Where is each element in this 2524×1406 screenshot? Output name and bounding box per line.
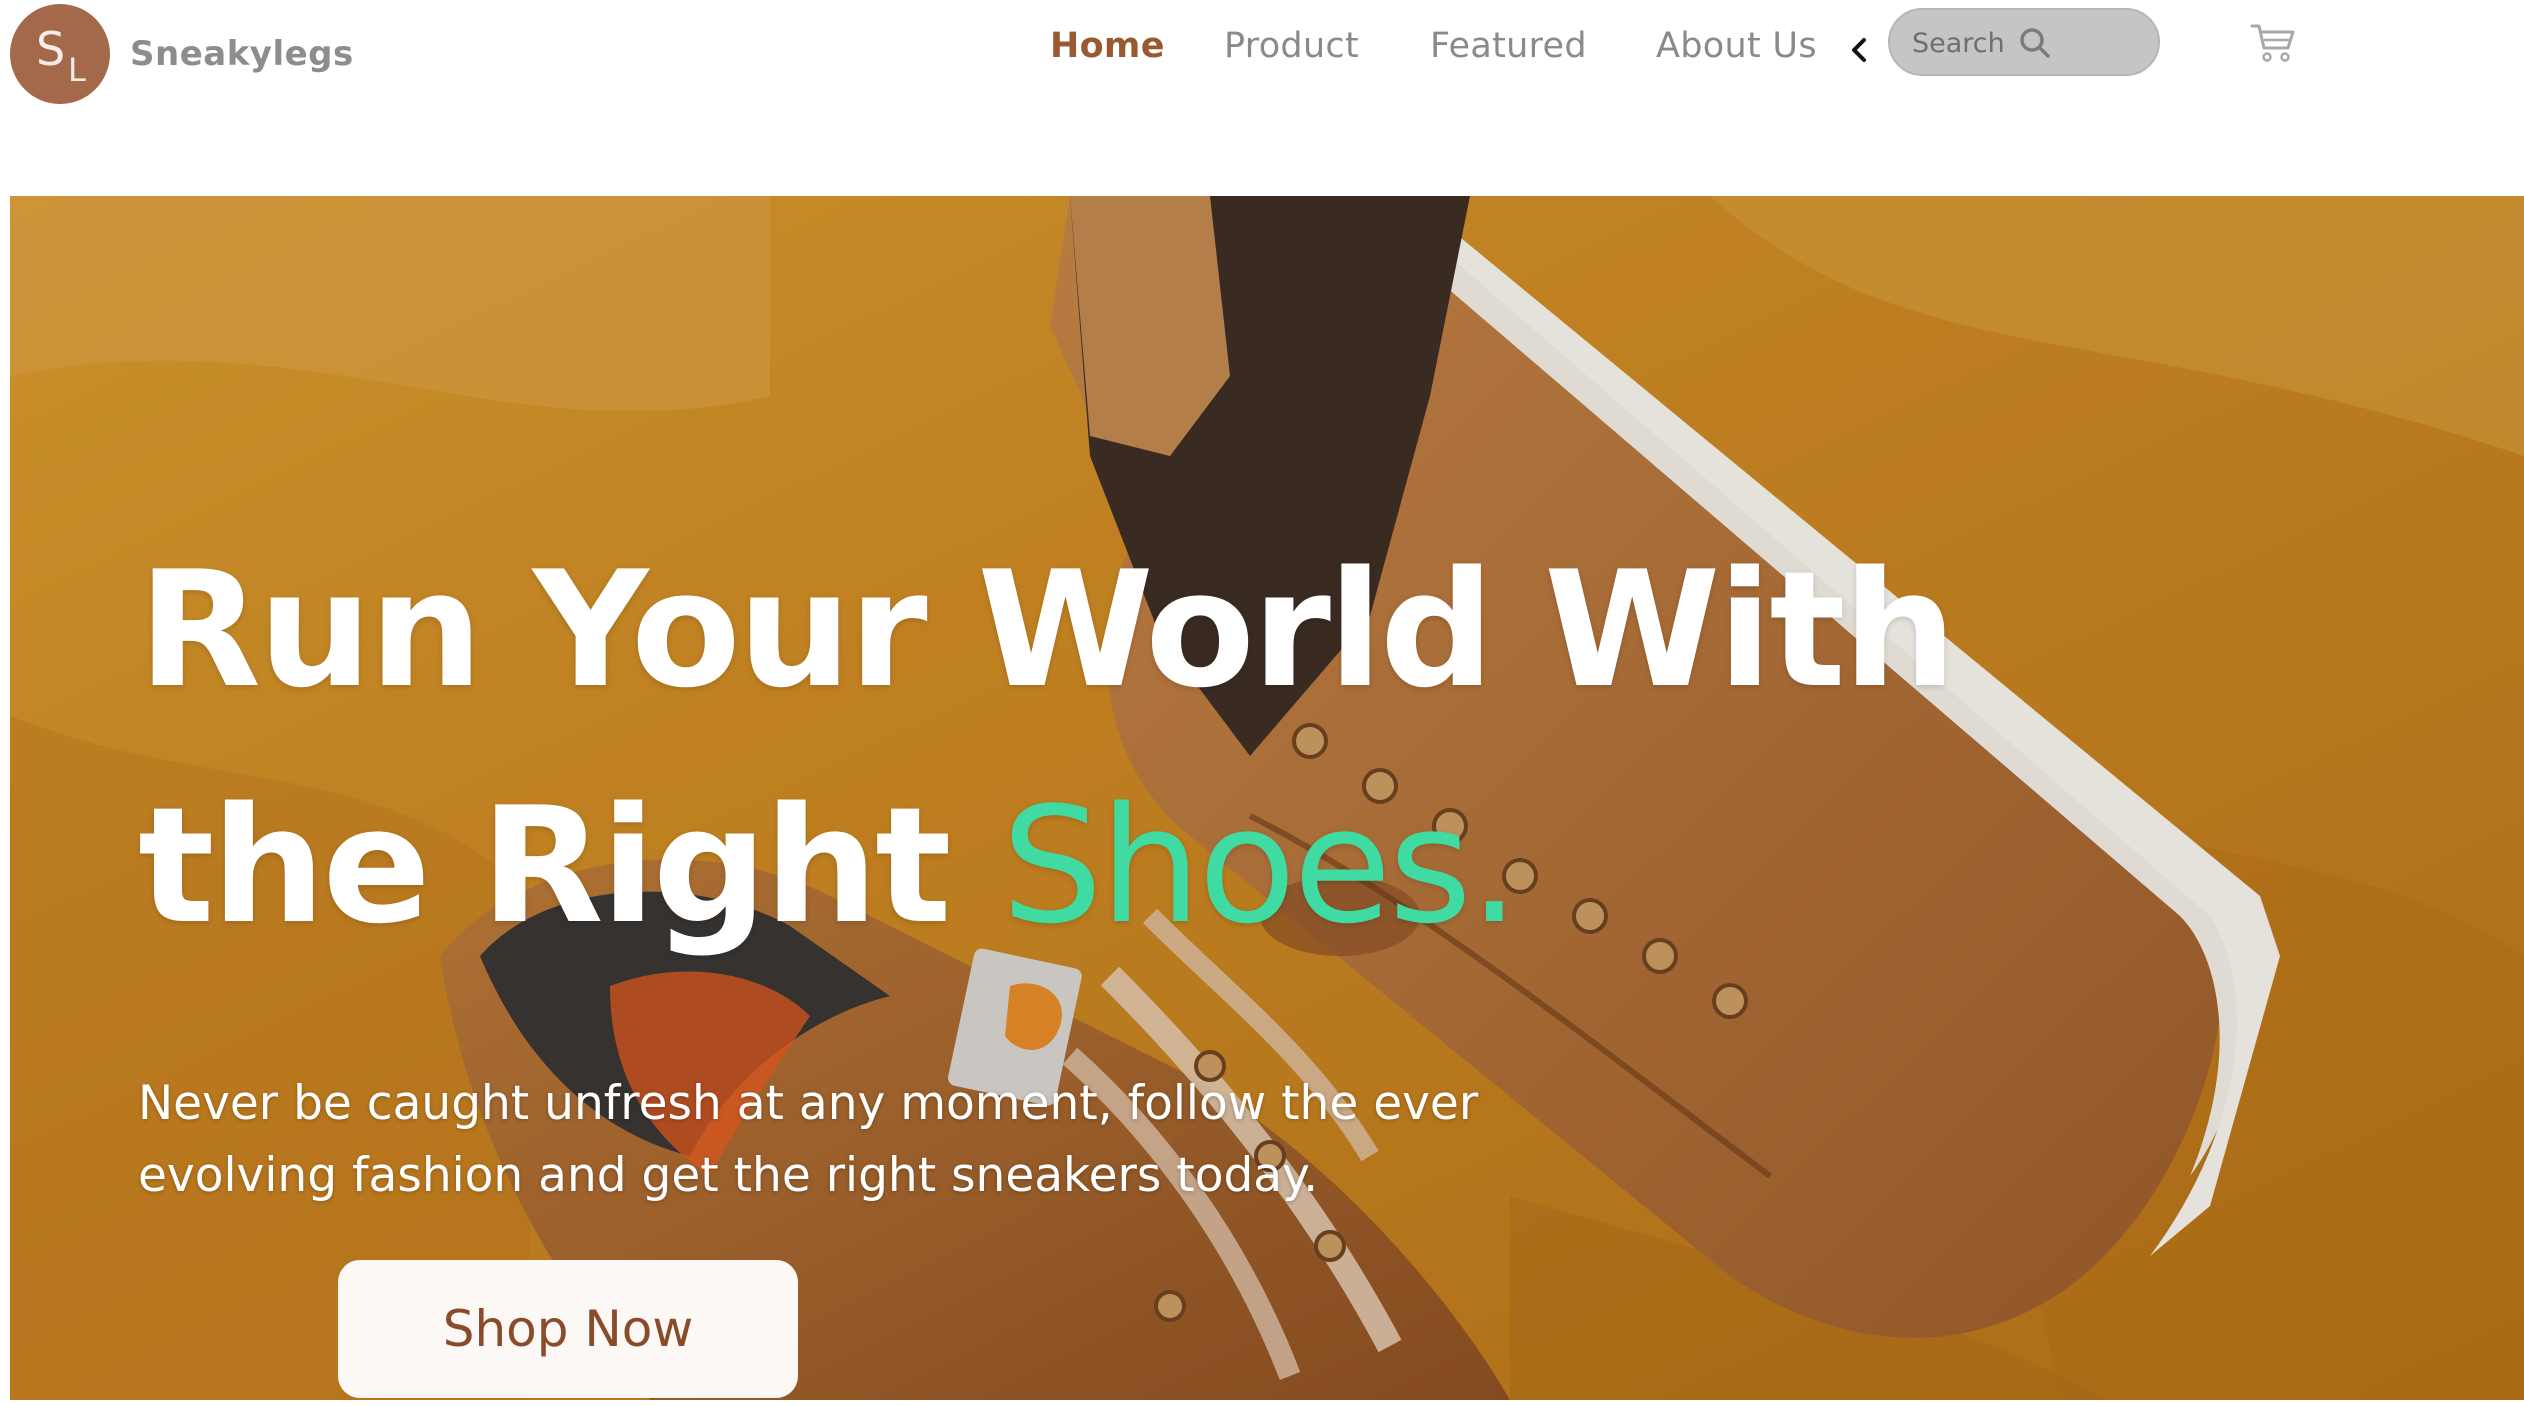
hero-headline-accent: Shoes. bbox=[1001, 772, 1520, 959]
hero-headline: Run Your World With the Right Shoes. bbox=[138, 512, 2038, 984]
logo-initial-l: L bbox=[68, 51, 86, 89]
cart-icon[interactable] bbox=[2250, 22, 2296, 64]
nav-product[interactable]: Product bbox=[1224, 26, 1359, 66]
brand-logo[interactable]: S L bbox=[10, 4, 110, 104]
site-header: S L Sneakylegs Home Product Featured Abo… bbox=[0, 0, 2524, 196]
nav-featured[interactable]: Featured bbox=[1430, 26, 1587, 66]
nav-about-us[interactable]: About Us bbox=[1656, 26, 1817, 66]
shop-now-button[interactable]: Shop Now bbox=[338, 1260, 798, 1398]
logo-initial-s: S bbox=[36, 22, 66, 76]
nav-home[interactable]: Home bbox=[1050, 26, 1165, 66]
brand-name[interactable]: Sneakylegs bbox=[130, 34, 354, 74]
search-icon bbox=[2020, 28, 2050, 58]
hero-subtitle: Never be caught unfresh at any moment, f… bbox=[138, 1076, 1479, 1203]
hero-headline-line2: the Right bbox=[138, 772, 952, 959]
hero-banner: Run Your World With the Right Shoes. Nev… bbox=[10, 196, 2524, 1400]
chevron-left-icon[interactable] bbox=[1848, 36, 1870, 64]
search-input[interactable]: Search bbox=[1888, 8, 2160, 76]
hero-headline-line1: Run Your World With bbox=[138, 536, 1957, 723]
search-label: Search bbox=[1912, 28, 2005, 59]
